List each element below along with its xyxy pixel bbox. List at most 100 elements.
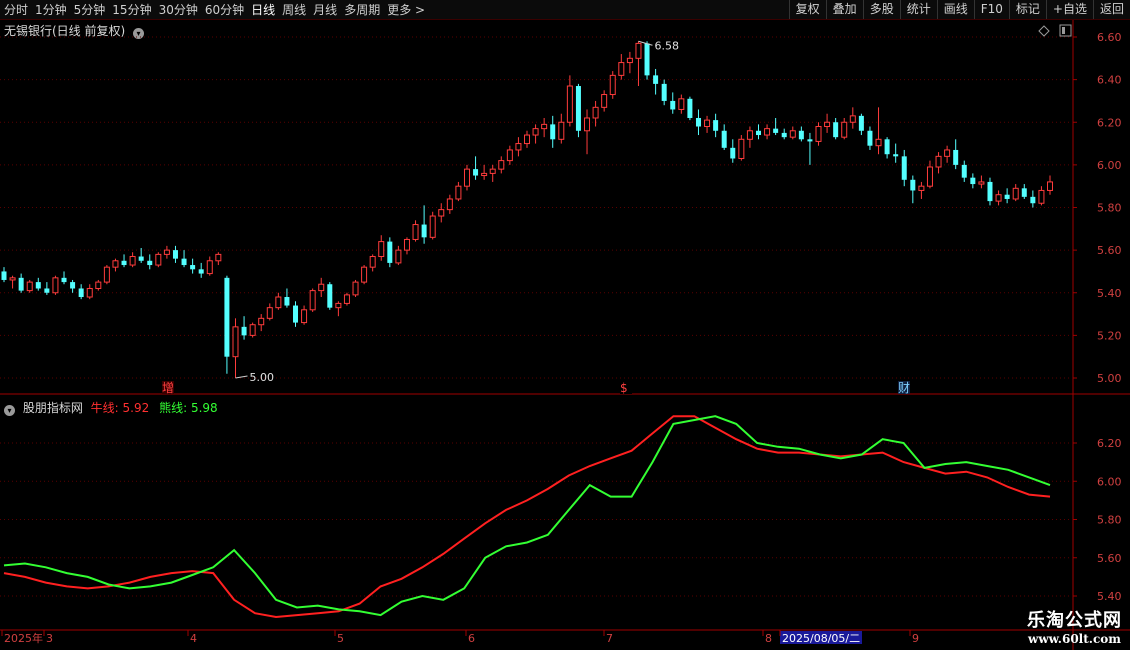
date-label: 5 (337, 632, 344, 645)
candle-body (713, 120, 719, 131)
candle-body (1030, 196, 1036, 204)
price-tick-label: 6.60 (1097, 31, 1122, 44)
candle-body (566, 85, 573, 123)
candle-body (773, 128, 779, 133)
price-tick-label: 6.40 (1097, 74, 1122, 87)
candle-body (1021, 188, 1027, 197)
candle-body (687, 98, 693, 118)
watermark-url: www.60lt.com (1028, 632, 1121, 646)
date-label: 8 (765, 632, 772, 645)
candle-body (584, 117, 591, 132)
chevron-down-icon[interactable]: ▾ (4, 405, 15, 416)
candle-body (875, 138, 882, 147)
indicator-name: 股朋指标网 (22, 401, 83, 415)
candle-body (361, 266, 368, 283)
candle-body (18, 277, 24, 291)
candle-body (858, 115, 864, 131)
candle-body (301, 309, 308, 324)
candle-body (978, 181, 985, 185)
candle-body (601, 94, 608, 108)
candle-body (995, 194, 1002, 202)
candle-body (473, 169, 479, 176)
event-marker: 增 (162, 381, 174, 395)
candle-body (309, 290, 316, 311)
candle-body (275, 296, 282, 309)
candle-body (70, 282, 76, 289)
candle-body (524, 134, 530, 145)
candle-body (746, 130, 753, 140)
candle-body (121, 260, 127, 266)
candle-body (944, 149, 951, 157)
diamond-icon (1038, 25, 1050, 37)
candle-body (224, 277, 230, 357)
event-marker: $ (620, 381, 628, 395)
candle-body (266, 307, 273, 319)
candle-body (155, 253, 162, 266)
candle-body (653, 75, 659, 84)
bear-line (3, 415, 1051, 617)
candle-body (249, 324, 256, 336)
low-price-label: 5.00 (249, 371, 274, 384)
candle-body (198, 269, 204, 274)
indicator-header: ▾ 股朋指标网 牛线: 5.92 熊线: 5.98 (4, 399, 218, 416)
candle-body (403, 238, 410, 251)
candle-body (387, 241, 393, 263)
candle-body (95, 281, 102, 289)
bull-line (3, 415, 1051, 619)
candle-body (498, 160, 505, 170)
high-price-label: 6.58 (654, 39, 679, 52)
candle-body (970, 177, 976, 185)
date-label: 7 (606, 632, 613, 645)
bear-line-label: 熊线: (159, 401, 188, 415)
candle-body (327, 284, 333, 308)
candle-body (190, 265, 196, 270)
candle-body (721, 130, 727, 148)
date-label: 6 (468, 632, 475, 645)
candle-body (378, 241, 385, 258)
candle-body (147, 260, 153, 266)
candle-body (138, 256, 144, 261)
candle-body (446, 198, 453, 211)
price-tick-label: 5.80 (1097, 202, 1122, 215)
date-label: 9 (912, 632, 919, 645)
candle-body (103, 266, 110, 283)
event-marker: 财 (898, 381, 910, 395)
candle-body (284, 297, 290, 306)
candle-body (867, 130, 873, 146)
candle-body (618, 62, 625, 76)
candle-body (352, 281, 359, 296)
candle-body (26, 281, 33, 292)
candle-body (129, 256, 136, 266)
candle-body (181, 258, 187, 266)
candle-body (463, 168, 470, 187)
date-label: 2025/08/05/二 (782, 632, 860, 645)
candle-body (815, 126, 822, 142)
low-pointer (235, 375, 248, 379)
watermark: 乐淘公式网 www.60lt.com (1027, 606, 1122, 646)
candle-body (78, 288, 84, 298)
date-label: 4 (190, 632, 197, 645)
candle-body (421, 224, 427, 238)
candle-body (9, 277, 16, 281)
candle-body (489, 168, 496, 174)
candle-body (412, 224, 419, 240)
bull-line-label: 牛线: (90, 401, 119, 415)
indicator-tick-label: 6.20 (1097, 437, 1122, 450)
candle-body (738, 138, 745, 159)
candle-body (550, 124, 556, 140)
candle-body (704, 119, 711, 128)
candle-body (961, 164, 967, 178)
indicator-tick-label: 5.80 (1097, 514, 1122, 527)
window-toggle-icon (1059, 24, 1072, 37)
candle-body (926, 166, 933, 187)
candle-body (1004, 194, 1010, 199)
candle-body (163, 249, 170, 255)
candle-body (626, 57, 633, 64)
chart-area[interactable]: 6.60 6.40 6.20 6.00 5.80 5.60 5.40 5.20 5.00 6.58… (0, 0, 1130, 650)
candle-body (884, 139, 890, 155)
price-tick-label: 5.00 (1097, 372, 1122, 385)
candle-body (429, 215, 436, 238)
candle-body (730, 147, 736, 159)
bull-line-value: 5.92 (122, 401, 150, 415)
candle-body (86, 287, 93, 298)
